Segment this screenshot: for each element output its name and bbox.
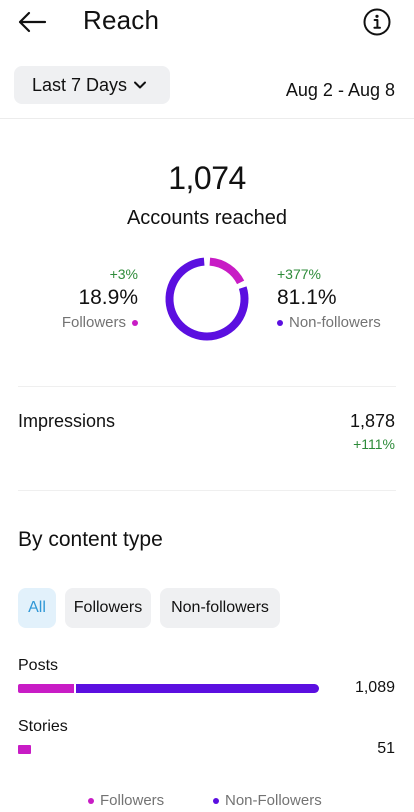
header: Reach [0,0,414,44]
date-range-dropdown[interactable]: Last 7 Days [14,66,170,104]
reach-donut-chart [165,257,249,341]
impressions-label: Impressions [18,411,116,431]
non-followers-dot [277,320,283,326]
donut-followers-segment [209,257,245,285]
non-followers-legend: Non-followers [277,313,381,333]
legend-followers-label: Followers [100,792,165,809]
legend-followers: Followers [88,792,164,809]
followers-legend-label: Followers [61,314,126,331]
page-title: Reach [83,5,160,35]
info-circle-icon [363,8,391,36]
accounts-reached-value: 1,074 [168,160,246,196]
tab-all[interactable]: All [18,588,56,628]
followers-stat: +3% 18.9% Followers [62,265,138,333]
section-title: By content type [18,528,163,551]
impressions-delta: +111% [353,436,395,452]
followers-delta: +3% [109,266,138,282]
divider [0,118,414,119]
back-button[interactable] [14,6,50,38]
non-followers-dot [213,797,219,804]
posts-non-followers-bar [76,684,319,693]
followers-legend: Followers [62,313,138,333]
stories-value: 51 [377,740,395,757]
tab-followers[interactable]: Followers [65,588,151,628]
legend-non-followers: Non-Followers [213,792,322,809]
arrow-left-icon [18,11,47,33]
posts-label: Posts [18,657,59,674]
date-range-dropdown-label: Last 7 Days [32,74,128,95]
impressions-value: 1,878 [349,411,395,431]
info-button[interactable] [362,7,392,37]
date-range-text: Aug 2 - Aug 8 [285,80,395,100]
legend-non-followers-label: Non-Followers [225,792,322,809]
posts-followers-bar [18,684,74,693]
divider [18,490,396,491]
non-followers-stat: +377% 81.1% Non-followers [277,265,381,333]
stories-label: Stories [18,718,68,735]
accounts-reached-label: Accounts reached [126,207,288,229]
tab-non-followers[interactable]: Non-followers [160,588,280,628]
non-followers-legend-label: Non-followers [289,314,381,331]
followers-percent: 18.9% [78,286,138,309]
posts-value: 1,089 [354,679,395,696]
followers-dot [132,320,138,326]
followers-dot [88,797,94,804]
non-followers-delta: +377% [277,266,321,282]
chevron-down-icon [133,80,147,90]
stories-followers-bar [18,745,32,754]
non-followers-percent: 81.1% [277,286,337,309]
divider [18,386,396,387]
